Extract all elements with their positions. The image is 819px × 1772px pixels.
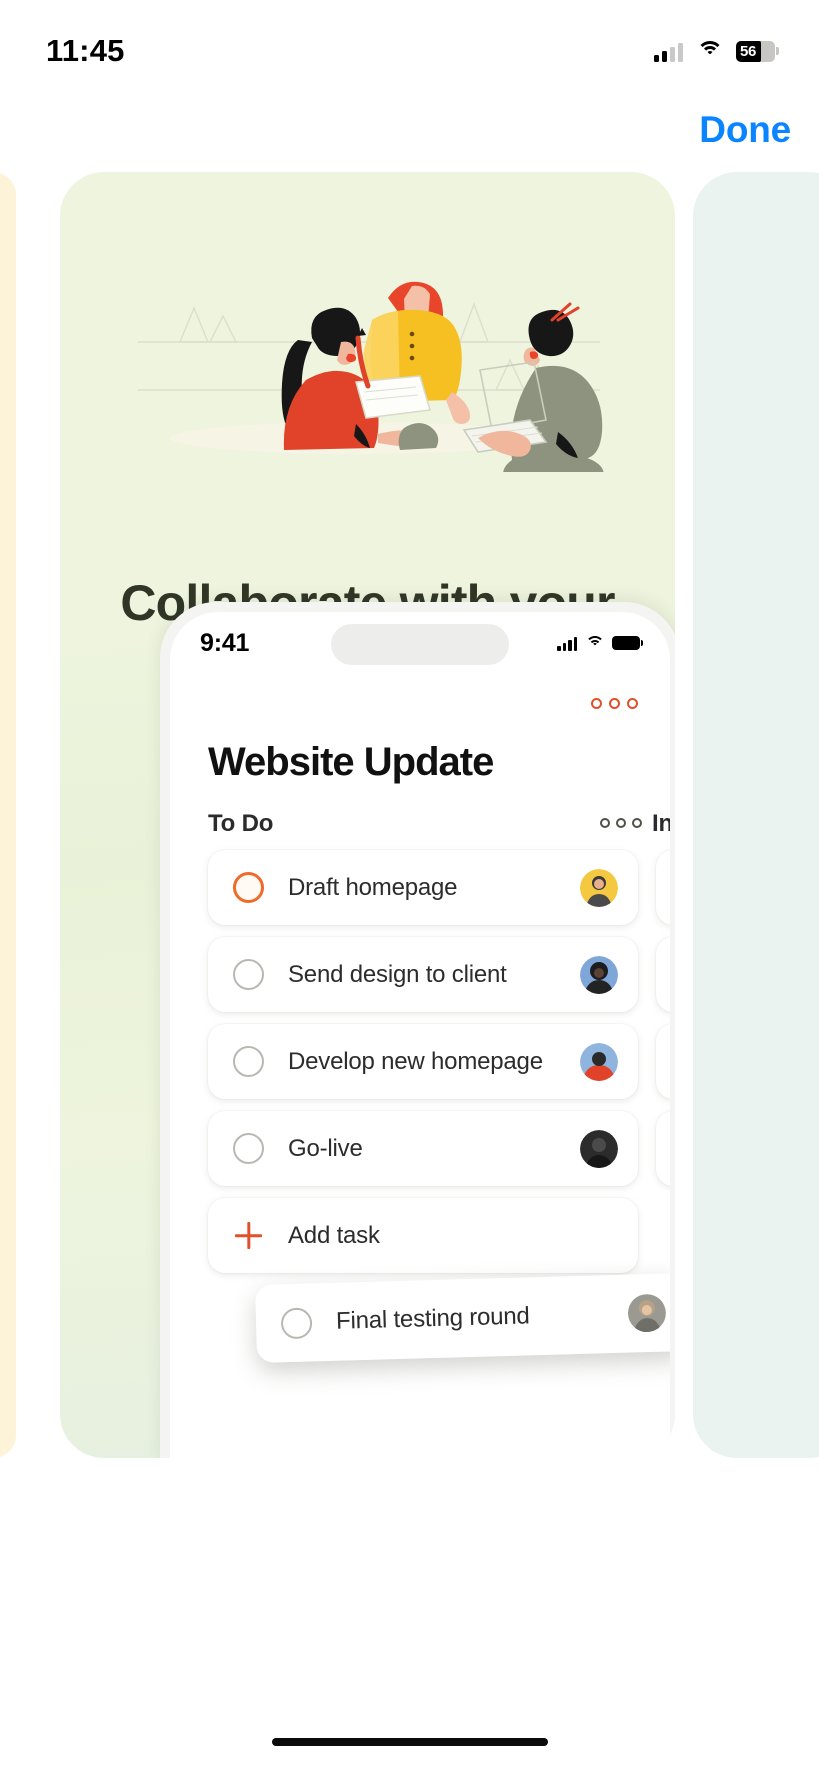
task-card-peek[interactable] <box>656 850 670 925</box>
task-card-peek[interactable] <box>656 1111 670 1186</box>
avatar[interactable] <box>580 1129 618 1168</box>
column-todo-tasks: Draft homepage Send design to client Dev… <box>208 850 638 1285</box>
task-label: Draft homepage <box>288 873 458 901</box>
task-checkbox-icon[interactable] <box>233 1133 264 1164</box>
task-label: Go-live <box>288 1134 363 1162</box>
task-row[interactable]: Draft homepage <box>208 850 638 925</box>
battery-percent-label: 56 <box>740 42 757 60</box>
task-row[interactable]: Go-live <box>208 1111 638 1186</box>
task-card-peek[interactable] <box>656 937 670 1012</box>
add-task-label: Add task <box>288 1221 380 1249</box>
carousel-card-active[interactable]: Collaborate with your team 9:41 Website … <box>60 172 675 1458</box>
dynamic-island <box>331 624 509 665</box>
done-button[interactable]: Done <box>699 109 791 151</box>
task-card-peek[interactable] <box>656 1024 670 1099</box>
cellular-signal-icon <box>654 40 683 62</box>
plus-icon <box>233 1220 264 1251</box>
status-bar-time: 11:45 <box>46 33 125 68</box>
more-options-icon[interactable] <box>591 698 638 709</box>
phone-status-indicators <box>557 636 643 651</box>
avatar[interactable] <box>580 955 618 994</box>
column-header-in-progress: In Progress <box>652 810 670 837</box>
task-row[interactable]: Send design to client <box>208 937 638 1012</box>
avatar[interactable] <box>580 868 618 907</box>
task-row[interactable]: Develop new homepage <box>208 1024 638 1099</box>
column-in-progress-tasks <box>656 850 670 1198</box>
wifi-icon <box>585 636 604 650</box>
home-indicator <box>271 1738 548 1746</box>
phone-mockup: 9:41 Website Update To Do In Progress <box>160 602 675 1458</box>
column-header-todo: To Do <box>208 810 274 837</box>
battery-icon: 56 <box>736 40 779 62</box>
task-checkbox-icon[interactable] <box>233 959 264 990</box>
phone-screen: 9:41 Website Update To Do In Progress <box>170 612 670 1458</box>
project-title: Website Update <box>208 740 494 784</box>
add-task-button[interactable]: Add task <box>208 1198 638 1273</box>
task-label: Send design to client <box>288 960 507 988</box>
column-menu-icon[interactable] <box>600 818 642 828</box>
nav-bar: Done <box>0 100 819 160</box>
cellular-signal-icon <box>557 636 577 651</box>
three-people-collaborating-illustration <box>138 281 604 472</box>
dragged-task-card[interactable]: Final testing round <box>254 1273 670 1363</box>
task-checkbox-icon[interactable] <box>233 1046 264 1077</box>
onboarding-carousel[interactable]: Collaborate with your team 9:41 Website … <box>0 172 819 1462</box>
phone-status-time: 9:41 <box>200 628 250 657</box>
carousel-card-previous[interactable] <box>0 172 16 1458</box>
task-label: Final testing round <box>335 1302 530 1335</box>
carousel-card-next[interactable] <box>693 172 819 1458</box>
task-checkbox-icon[interactable] <box>280 1306 313 1339</box>
task-label: Develop new homepage <box>288 1047 543 1075</box>
wifi-icon <box>696 41 723 61</box>
status-bar-indicators: 56 <box>654 40 779 62</box>
avatar[interactable] <box>627 1294 666 1333</box>
task-checkbox-icon[interactable] <box>233 872 264 903</box>
battery-full-icon <box>612 636 643 650</box>
avatar[interactable] <box>580 1042 618 1081</box>
phone-status-bar: 9:41 <box>170 612 670 674</box>
ios-status-bar: 11:45 56 <box>0 0 819 96</box>
